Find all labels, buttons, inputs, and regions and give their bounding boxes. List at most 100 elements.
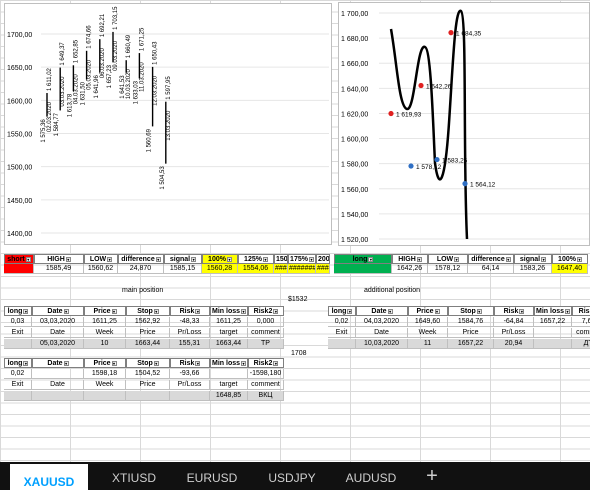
right-summary-header: HIGH ▾ xyxy=(392,254,428,264)
right-chart-point xyxy=(388,110,394,117)
filter-dropdown-icon[interactable]: ▾ xyxy=(226,256,232,262)
left-chart-low-label: 1 584,77 xyxy=(54,112,60,136)
add-sheet-button[interactable]: + xyxy=(420,462,444,490)
filter-dropdown-icon[interactable]: ▾ xyxy=(153,360,159,366)
filter-dropdown-icon[interactable]: ▾ xyxy=(63,360,69,366)
right-chart-point xyxy=(434,156,440,163)
filter-dropdown-icon[interactable]: ▾ xyxy=(25,256,31,262)
tab-audusd[interactable]: AUDUSD xyxy=(340,462,402,490)
filter-dropdown-icon[interactable]: ▾ xyxy=(111,360,117,366)
main_table-cell: Exit xyxy=(4,328,32,338)
left-summary-value: 1554,06 xyxy=(238,264,274,274)
third_table-cell: Pr/Loss xyxy=(170,380,210,390)
third_table-header: Price ▾ xyxy=(84,358,126,368)
third_table-cell xyxy=(210,369,248,379)
filter-dropdown-icon[interactable]: ▾ xyxy=(434,308,440,314)
third_table-cell: 1598,18 xyxy=(84,369,126,379)
tab-xtiusd[interactable]: XTIUSD xyxy=(104,462,164,490)
main_table-header: Min loss ▾ xyxy=(210,306,248,316)
left-chart-date-label: 05.03.2020 xyxy=(87,59,93,90)
filter-dropdown-icon[interactable]: ▾ xyxy=(195,308,201,314)
tab-xauusd[interactable]: XAUUSD xyxy=(10,464,88,490)
main_table-cell: target xyxy=(210,328,248,338)
tab-usdjpy[interactable]: USDJPY xyxy=(262,462,322,490)
filter-dropdown-icon[interactable]: ▾ xyxy=(241,308,247,314)
filter-dropdown-icon[interactable]: ▾ xyxy=(476,308,482,314)
third_table-header: Risk2 ▾ xyxy=(248,358,284,368)
main_table-cell: 1611,25 xyxy=(84,317,126,327)
main_table-header: Date ▾ xyxy=(32,306,84,316)
filter-dropdown-icon[interactable]: ▾ xyxy=(416,256,422,262)
left-summary-header: 175% ▾ xyxy=(288,254,316,264)
right-chart-point-label: 1 564,12 xyxy=(470,182,496,189)
main_table-cell: 1562,92 xyxy=(126,317,170,327)
right-chart[interactable]: 1 520,00 1 540,00 1 560,00 1 580,00 1 600,00… xyxy=(338,2,590,246)
filter-dropdown-icon[interactable]: ▾ xyxy=(454,256,460,262)
filter-dropdown-icon[interactable]: ▾ xyxy=(195,360,201,366)
left-chart-date-label: 03.03.2020 xyxy=(60,76,66,107)
main_table-cell: Price xyxy=(126,328,170,338)
left-chart-low-label: 1 657,23 xyxy=(107,64,113,88)
filter-dropdown-icon[interactable]: ▾ xyxy=(23,360,29,366)
left-chart-low-label: 1 633,03 xyxy=(133,80,139,104)
left-chart-y-tick: 1700,00 xyxy=(7,32,32,39)
left-chart-high-label: 1 692,21 xyxy=(100,13,106,37)
amount-label-1: $1532 xyxy=(288,296,308,303)
third_table-header: Stop ▾ xyxy=(126,358,170,368)
filter-dropdown-icon[interactable]: ▾ xyxy=(23,308,29,314)
additional_table-header: Price ▾ xyxy=(408,306,448,316)
left-chart-high-label: 1 671,25 xyxy=(139,27,145,51)
filter-dropdown-icon[interactable]: ▾ xyxy=(565,308,571,314)
filter-dropdown-icon[interactable]: ▾ xyxy=(65,256,71,262)
filter-dropdown-icon[interactable]: ▾ xyxy=(387,308,393,314)
third_table-header: Risk ▾ xyxy=(170,358,210,368)
left-summary-value: ######## xyxy=(274,264,288,274)
right-chart-y-tick: 1 520,00 xyxy=(341,237,368,244)
filter-dropdown-icon[interactable]: ▾ xyxy=(347,308,353,314)
filter-dropdown-icon[interactable]: ▾ xyxy=(155,256,161,262)
right-chart-point xyxy=(448,30,454,36)
filter-dropdown-icon[interactable]: ▾ xyxy=(368,256,374,262)
left-chart[interactable]: 1400,00 1450,00 1500,00 1550,00 1600,00 1650,… xyxy=(4,3,332,245)
filter-dropdown-icon[interactable]: ▾ xyxy=(273,360,279,366)
third_table-cell: target xyxy=(210,380,248,390)
left-chart-high-label: 1 650,43 xyxy=(153,41,159,65)
main_table-header: Price ▾ xyxy=(84,306,126,316)
filter-dropdown-icon[interactable]: ▾ xyxy=(273,308,279,314)
filter-dropdown-icon[interactable]: ▾ xyxy=(107,256,113,262)
filter-dropdown-icon[interactable]: ▾ xyxy=(576,256,582,262)
left-chart-date-label: 06.03.2020 xyxy=(100,47,106,78)
main_table-cell: 05,03,2020 xyxy=(32,339,84,349)
filter-dropdown-icon[interactable]: ▾ xyxy=(63,308,69,314)
additional_table-cell: comment xyxy=(572,328,590,338)
tab-eurusd[interactable]: EURUSD xyxy=(180,462,244,490)
main_table-cell: 1663,44 xyxy=(126,339,170,349)
left-chart-high-label: 1 674,66 xyxy=(87,25,93,49)
left-summary-header: short ▾ xyxy=(4,254,34,264)
filter-dropdown-icon[interactable]: ▾ xyxy=(191,256,197,262)
main-position-label: main position xyxy=(122,287,164,294)
additional_table-cell: 0,02 xyxy=(328,317,356,327)
left-chart-high-label: 1 597,95 xyxy=(166,76,172,100)
additional_table-cell: 7,620 xyxy=(572,317,590,327)
left-summary-header: 200%▾ xyxy=(316,254,330,264)
left-chart-low-label: 1 641,96 xyxy=(94,74,100,98)
left-chart-high-label: 1 611,02 xyxy=(47,67,53,91)
third_table-cell xyxy=(126,391,170,401)
filter-dropdown-icon[interactable]: ▾ xyxy=(505,256,511,262)
filter-dropdown-icon[interactable]: ▾ xyxy=(241,360,247,366)
right-chart-point-label: 1 583,26 xyxy=(442,158,468,165)
additional_table-cell: Price xyxy=(448,328,494,338)
right-chart-point xyxy=(418,82,424,89)
filter-dropdown-icon[interactable]: ▾ xyxy=(519,308,525,314)
filter-dropdown-icon[interactable]: ▾ xyxy=(111,308,117,314)
third_table-cell xyxy=(4,391,32,401)
right-summary-header: signal ▾ xyxy=(514,254,552,264)
filter-dropdown-icon[interactable]: ▾ xyxy=(262,256,268,262)
additional_table-cell: 1657,22 xyxy=(448,339,494,349)
left-chart-high-label: 1 703,15 xyxy=(113,6,119,30)
filter-dropdown-icon[interactable]: ▾ xyxy=(153,308,159,314)
left-chart-high-label: 1 660,49 xyxy=(126,34,132,58)
filter-dropdown-icon[interactable]: ▾ xyxy=(541,256,547,262)
filter-dropdown-icon[interactable]: ▾ xyxy=(308,256,314,262)
